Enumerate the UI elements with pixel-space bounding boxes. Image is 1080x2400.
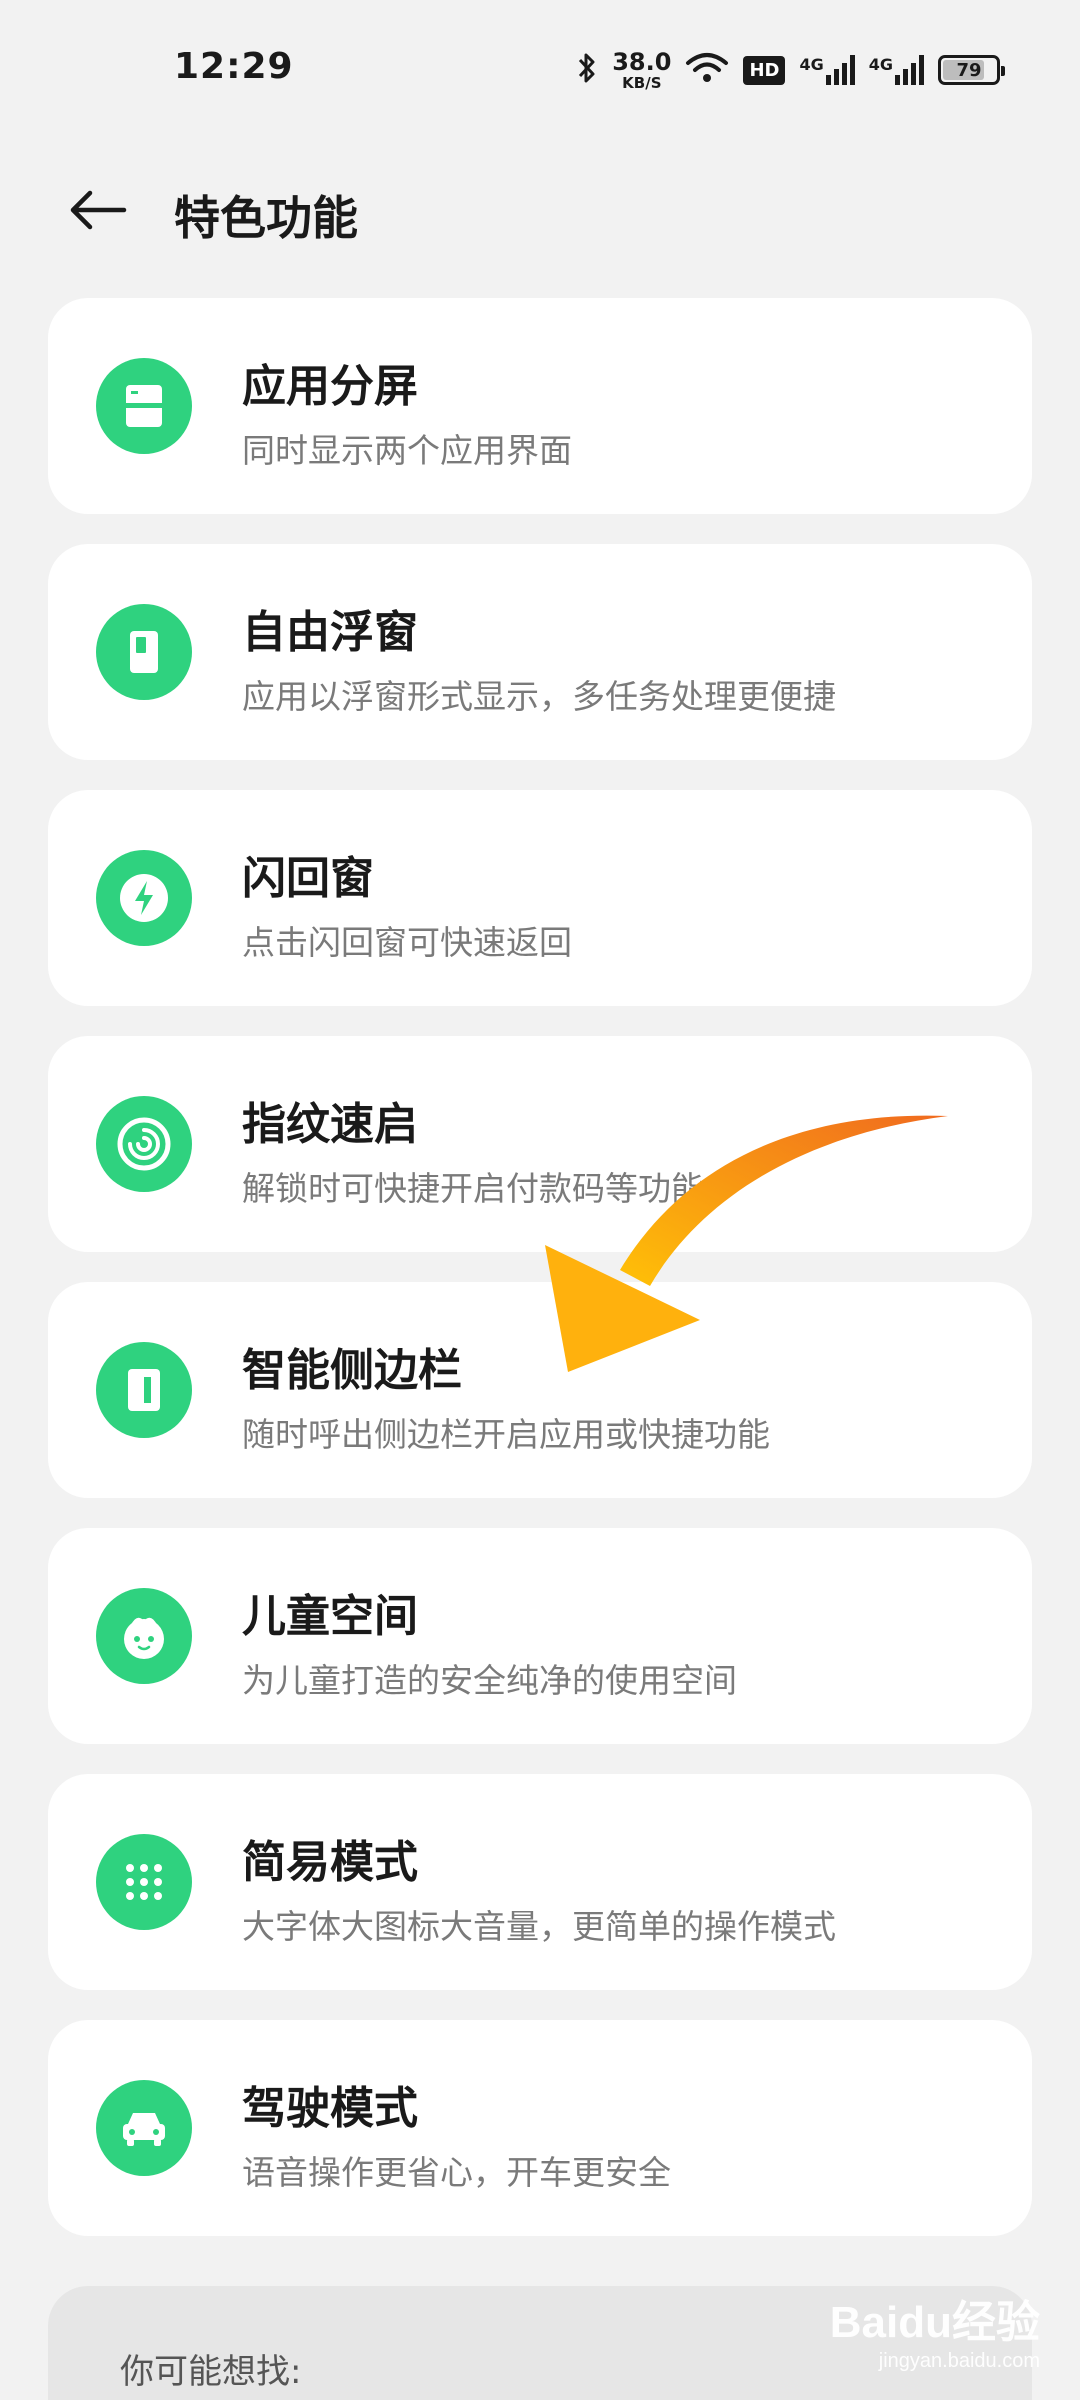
signal-bars-icon: [895, 55, 924, 85]
feature-title: 简易模式: [242, 1837, 418, 1888]
network-speed-unit: KB/S: [622, 73, 662, 92]
suggestion-label: 你可能想找:: [120, 2352, 302, 2392]
feature-item-kids-space[interactable]: 儿童空间 为儿童打造的安全纯净的使用空间: [48, 1528, 1032, 1744]
status-icons: 38.0 KB/S HD 4G 4G 79: [576, 48, 1005, 92]
sim1-signal: 4G: [799, 55, 855, 85]
feature-item-fingerprint[interactable]: 指纹速启 解锁时可快捷开启付款码等功能: [48, 1036, 1032, 1252]
sim2-network-tag: 4G: [868, 55, 893, 74]
app-header: 特色功能: [0, 160, 1080, 260]
back-arrow-icon: [70, 190, 127, 230]
flash-bolt-icon: [96, 850, 192, 946]
feature-description: 解锁时可快捷开启付款码等功能: [242, 1169, 704, 1208]
network-speed: 38.0 KB/S: [612, 50, 671, 91]
feature-title: 自由浮窗: [242, 607, 418, 658]
feature-title: 驾驶模式: [242, 2083, 418, 2134]
battery-icon: 79: [938, 55, 1005, 85]
feature-title: 智能侧边栏: [242, 1345, 462, 1396]
feature-title: 指纹速启: [242, 1099, 418, 1150]
feature-title: 闪回窗: [242, 853, 374, 904]
signal-bars-icon: [825, 55, 855, 85]
sim1-network-tag: 4G: [799, 55, 824, 74]
feature-description: 同时显示两个应用界面: [242, 431, 572, 470]
bluetooth-icon: [576, 51, 598, 89]
kid-face-icon: [96, 1588, 192, 1684]
feature-item-driving-mode[interactable]: 驾驶模式 语音操作更省心，开车更安全: [48, 2020, 1032, 2236]
feature-title: 儿童空间: [242, 1591, 418, 1642]
feature-description: 大字体大图标大音量，更简单的操作模式: [242, 1907, 836, 1946]
feature-item-split-screen[interactable]: 应用分屏 同时显示两个应用界面: [48, 298, 1032, 514]
car-icon: [96, 2080, 192, 2176]
feature-title: 应用分屏: [242, 361, 418, 412]
grid-dots-icon: [96, 1834, 192, 1930]
network-speed-value: 38.0: [612, 47, 672, 76]
floating-window-icon: [96, 604, 192, 700]
hd-voice-badge: HD: [743, 55, 786, 85]
feature-description: 应用以浮窗形式显示，多任务处理更便捷: [242, 677, 836, 716]
feature-settings-page: 12:29 38.0 KB/S HD 4G 4G 79 特色功能 应用分屏 同时…: [0, 0, 1080, 2400]
watermark-url: jingyan.baidu.com: [878, 2350, 1040, 2372]
page-title: 特色功能: [174, 191, 358, 245]
sim2-signal: 4G: [869, 55, 924, 85]
feature-item-smart-sidebar[interactable]: 智能侧边栏 随时呼出侧边栏开启应用或快捷功能: [48, 1282, 1032, 1498]
feature-item-floating-window[interactable]: 自由浮窗 应用以浮窗形式显示，多任务处理更便捷: [48, 544, 1032, 760]
baidu-jingyan-watermark: Baidu经验 jingyan.baidu.com: [830, 2286, 1040, 2373]
feature-description: 语音操作更省心，开车更安全: [242, 2153, 671, 2192]
feature-list: 应用分屏 同时显示两个应用界面 自由浮窗 应用以浮窗形式显示，多任务处理更便捷 …: [48, 298, 1032, 2266]
feature-description: 点击闪回窗可快速返回: [242, 923, 572, 962]
sidebar-icon: [96, 1342, 192, 1438]
fingerprint-icon: [96, 1096, 192, 1192]
back-button[interactable]: [58, 170, 138, 250]
status-bar: 12:29 38.0 KB/S HD 4G 4G 79: [0, 0, 1080, 140]
watermark-logo: Baidu经验: [829, 2298, 1040, 2347]
status-time: 12:29: [174, 46, 294, 87]
feature-item-flash-window[interactable]: 闪回窗 点击闪回窗可快速返回: [48, 790, 1032, 1006]
feature-item-simple-mode[interactable]: 简易模式 大字体大图标大音量，更简单的操作模式: [48, 1774, 1032, 1990]
feature-description: 随时呼出侧边栏开启应用或快捷功能: [242, 1415, 770, 1454]
feature-description: 为儿童打造的安全纯净的使用空间: [242, 1661, 737, 1700]
battery-level: 79: [956, 59, 982, 81]
split-screen-icon: [96, 358, 192, 454]
wifi-icon: [685, 51, 729, 89]
